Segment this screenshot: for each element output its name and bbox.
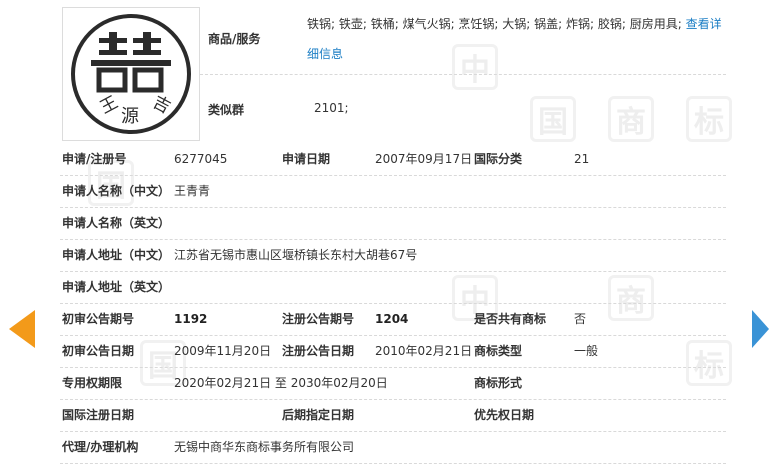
detail-row: 申请/注册号 6277045 申请日期 2007年09月17日 国际分类 21 [60,144,726,176]
address-cn-value: 江苏省无锡市惠山区堰桥镇长东村大胡巷67号 [174,248,418,262]
similar-group-row: 类似群 2101; [200,75,726,141]
detail-row: 申请人名称（英文） [60,208,726,240]
mark-type-label: 商标类型 [474,344,523,358]
detail-row: 专用权期限 2020年02月21日 至 2030年02月20日 商标形式 [60,368,726,400]
mark-type-value: 一般 [574,344,599,358]
intl-class-label: 国际分类 [474,152,523,166]
goods-services-row: 商品/服务 铁锅; 铁壶; 铁桶; 煤气火锅; 烹饪锅; 大锅; 锅盖; 炸锅;… [200,9,726,75]
detail-row: 初审公告期号 1192 注册公告期号 1204 是否共有商标 否 [60,304,726,336]
goods-services-value: 铁锅; 铁壶; 铁桶; 煤气火锅; 烹饪锅; 大锅; 锅盖; 炸锅; 胶锅; 厨… [307,9,726,69]
later-date-label: 后期指定日期 [282,408,355,422]
agent-value: 无锡中商华东商标事务所有限公司 [174,440,355,454]
intl-class-value: 21 [574,152,590,166]
arrow-left-icon[interactable] [9,310,35,348]
similar-group-label: 类似群 [208,103,245,117]
app-date-label: 申请日期 [282,152,331,166]
exclusive-period-value: 2020年02月21日 至 2030年02月20日 [174,376,388,390]
reg-date-value: 2010年02月21日 [375,344,473,358]
app-no-label: 申请/注册号 [62,152,127,166]
priority-date-label: 优先权日期 [474,408,535,422]
prelim-issue-label: 初审公告期号 [62,312,135,326]
app-date-value: 2007年09月17日 [375,152,473,166]
address-en-label: 申请人地址（英文） [62,280,171,294]
trademark-logo: 王 源 吉 [71,14,191,134]
reg-issue-value: 1204 [375,312,409,326]
prelim-date-label: 初审公告日期 [62,344,135,358]
trademark-detail-page: 王 源 吉 商品/服务 铁锅; 铁壶; 铁桶; 煤气火锅; 烹饪锅; 大锅; 锅… [0,0,769,466]
goods-services-label: 商品/服务 [208,32,261,46]
detail-row: 初审公告日期 2009年11月20日 注册公告日期 2010年02月21日 商标… [60,336,726,368]
shared-mark-value: 否 [574,312,587,326]
reg-date-label: 注册公告日期 [282,344,355,358]
mark-form-label: 商标形式 [474,376,523,390]
arrow-right-icon[interactable] [752,310,769,348]
reg-issue-label: 注册公告期号 [282,312,355,326]
exclusive-period-label: 专用权期限 [62,376,123,390]
prelim-issue-value: 1192 [174,312,208,326]
applicant-cn-value: 王青青 [174,184,211,198]
detail-row: 申请人名称（中文） 王青青 [60,176,726,208]
applicant-cn-label: 申请人名称（中文） [62,184,171,198]
detail-row: 国际注册日期 后期指定日期 优先权日期 [60,400,726,432]
goods-list: 铁锅; 铁壶; 铁桶; 煤气火锅; 烹饪锅; 大锅; 锅盖; 炸锅; 胶锅; 厨… [307,17,682,31]
detail-row: 申请人地址（英文） [60,272,726,304]
prelim-date-value: 2009年11月20日 [174,344,272,358]
applicant-en-label: 申请人名称（英文） [62,216,171,230]
shared-mark-label: 是否共有商标 [474,312,547,326]
intl-reg-date-label: 国际注册日期 [62,408,135,422]
logo-char-center: 源 [121,106,139,127]
similar-group-value: 2101; [314,101,349,115]
detail-row: 代理/办理机构 无锡中商华东商标事务所有限公司 [60,432,726,464]
address-cn-label: 申请人地址（中文） [62,248,171,262]
app-no-value: 6277045 [174,152,228,166]
detail-row: 申请人地址（中文） 江苏省无锡市惠山区堰桥镇长东村大胡巷67号 [60,240,726,272]
trademark-image: 王 源 吉 [62,7,200,141]
agent-label: 代理/办理机构 [62,440,139,454]
